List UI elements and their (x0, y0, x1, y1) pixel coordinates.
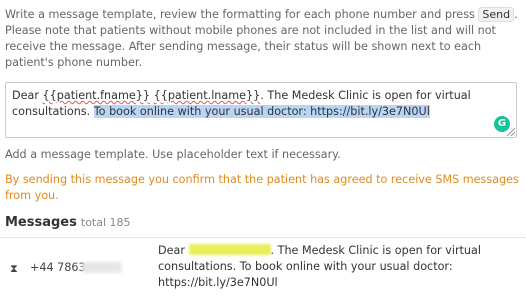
instructions-part1: Write a message template, review the for… (5, 8, 475, 21)
patient-name-redacted (188, 244, 271, 255)
table-divider (0, 237, 526, 238)
preview-dear: Dear (158, 244, 185, 257)
send-label-inline: Send (478, 7, 515, 22)
instructions-text: Write a message template, review the for… (5, 7, 521, 71)
template-dear: Dear (12, 89, 39, 102)
template-hint: Add a message template. Use placeholder … (5, 148, 341, 161)
message-preview: Dear . The Medesk Clinic is open for vir… (158, 243, 520, 291)
placeholder-fname: {{patient.fname}} (42, 89, 151, 102)
phone-redacted (82, 262, 122, 273)
messages-heading: Messages total 185 (5, 215, 131, 230)
phone-number: +44 7863 (30, 261, 86, 274)
message-template-textarea[interactable]: Dear {{patient.fname}} {{patient.lname}}… (5, 82, 517, 138)
messages-total: total 185 (80, 216, 131, 229)
resize-handle[interactable] (507, 128, 515, 136)
messages-title: Messages (5, 215, 77, 230)
consent-warning: By sending this message you confirm that… (5, 173, 519, 202)
selected-text: To book online with your usual doctor: h… (93, 105, 430, 118)
placeholder-lname: {{patient.lname}} (153, 89, 261, 102)
hourglass-icon: ⧗ (10, 262, 18, 275)
